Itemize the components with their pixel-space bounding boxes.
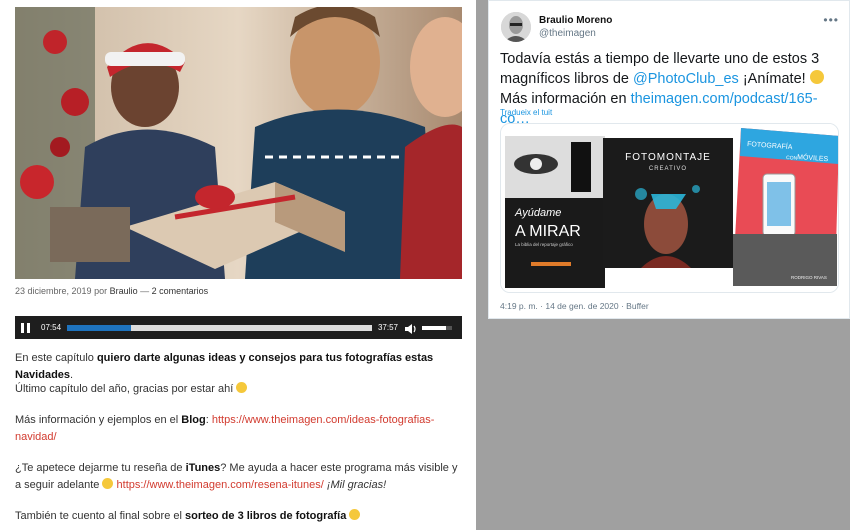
paragraph-raffle: También te cuento al final sobre el sort… [15,508,460,525]
avatar[interactable] [501,12,531,42]
comments-link[interactable]: 2 comentarios [152,286,209,296]
paragraph-itunes: ¿Te apetece dejarme tu reseña de iTunes?… [15,460,460,494]
wink-emoji-icon [102,478,114,489]
books-image: Ayúdame A MIRAR La biblia del reportaje … [501,124,838,292]
tweet-media[interactable]: Ayúdame A MIRAR La biblia del reportaje … [500,123,839,293]
tweet-card: Braulio Moreno @theimagen ••• Todavía es… [488,0,850,319]
book2-sub: CREATIVO [649,166,687,172]
itunes-link[interactable]: https://www.theimagen.com/resena-itunes/ [117,479,324,491]
progress-track[interactable] [67,324,372,331]
byline-separator: — [140,286,150,296]
volume-level [422,325,446,330]
book2-title: FOTOMONTAJE [625,152,711,163]
p5-text: También te cuento al final sobre el [15,510,185,522]
byline-by: por [94,286,108,296]
p3-bold: Blog [181,414,206,426]
book1-sub: La biblia del reportaje gráfico [515,242,573,247]
p5-bold: sorteo de 3 libros de fotografía [185,510,347,522]
p3-text: Más información y ejemplos en el [15,414,182,426]
tweet-text-3: Más información en [500,91,631,107]
p4-text: ¿Te apetece dejarme tu reseña de [15,462,186,474]
played-bar [67,324,132,331]
tweet-author-handle[interactable]: @theimagen [539,28,596,39]
book-fotografia-con-moviles: FOTOGRAFÍA CON MÓVILES RODRIGO RIVAS [733,128,838,286]
translate-tweet-link[interactable]: Tradueix el tuit [500,108,552,117]
wink-emoji-icon [349,509,361,520]
paragraph-thanks: Último capítulo del año, gracias por est… [15,381,460,398]
hero-image [15,7,462,279]
volume-icon[interactable] [404,322,418,334]
p4-bold: iTunes [185,462,221,474]
volume-slider[interactable] [422,325,452,330]
p1-end: . [70,369,74,381]
post-date: 23 diciembre, 2019 [15,286,92,296]
p1-text: En este capítulo [15,352,97,364]
wink-emoji-icon [809,70,824,84]
smile-emoji-icon [236,382,248,393]
tweet-text: Todavía estás a tiempo de llevarte uno d… [500,49,845,129]
blog-column: 23 diciembre, 2019 por Braulio — 2 comen… [0,0,476,530]
mention-link[interactable]: @PhotoClub_es [633,71,739,87]
book-fotomontaje: FOTOMONTAJE CREATIVO [603,138,733,268]
christmas-photo [15,7,462,279]
audio-player: 07:54 37:57 [15,316,462,339]
book1-script: Ayúdame [514,207,561,219]
current-time: 07:54 [41,323,62,332]
book-ayudame-a-mirar: Ayúdame A MIRAR La biblia del reportaje … [505,136,605,288]
pause-icon[interactable] [21,321,35,335]
tweet-author-name[interactable]: Braulio Moreno [539,15,612,26]
post-byline: 23 diciembre, 2019 por Braulio — 2 comen… [15,286,208,296]
p2-text: Último capítulo del año, gracias por est… [15,383,234,395]
duration-time: 37:57 [377,323,398,332]
tweet-text-2: ¡Anímate! [738,71,810,87]
p4-thanks: ¡Mil gracias! [323,479,387,491]
author-link[interactable]: Braulio [110,286,138,296]
paragraph-blog: Más información y ejemplos en el Blog: h… [15,412,460,446]
book3-author: RODRIGO RIVAS [791,275,827,280]
tweet-timestamp[interactable]: 4:19 p. m. · 14 de gen. de 2020 · Buffer [500,301,649,311]
book1-title: A MIRAR [515,223,581,240]
paragraph-intro: En este capítulo quiero darte algunas id… [15,350,460,384]
more-options-icon[interactable]: ••• [823,13,839,27]
